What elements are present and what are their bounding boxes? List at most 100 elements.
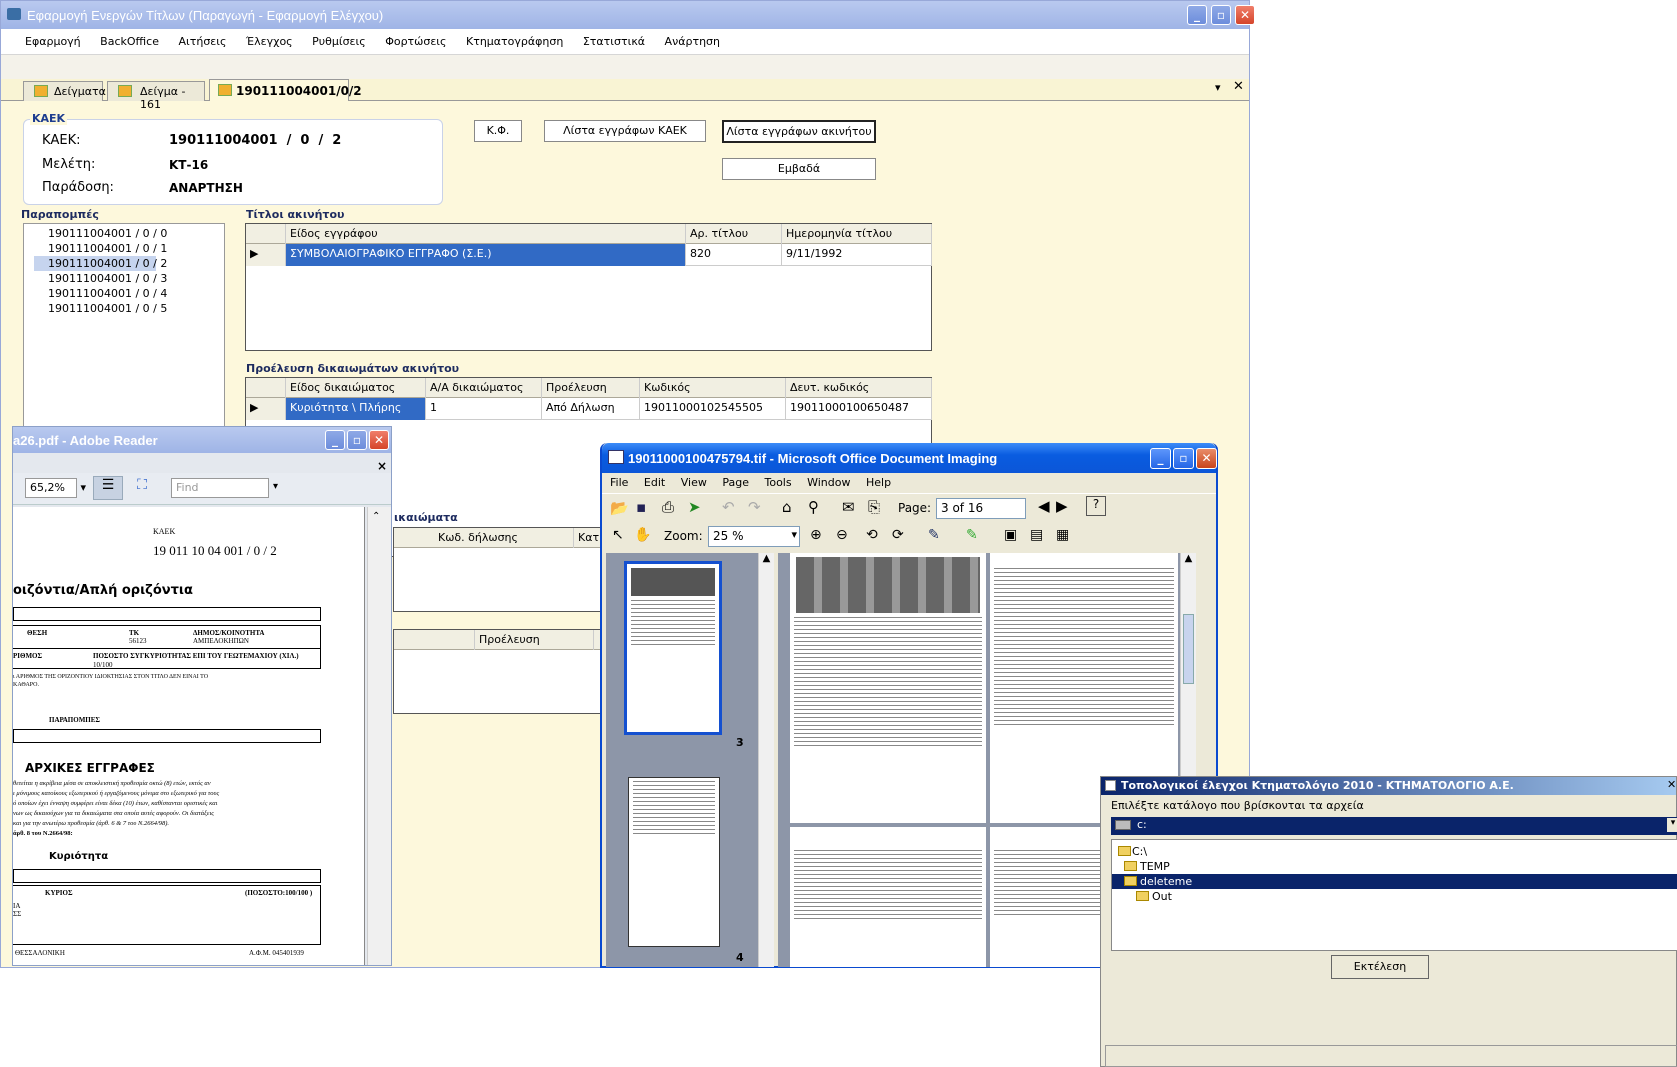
- prev-page-icon[interactable]: ◀: [1038, 497, 1050, 515]
- cell-code2[interactable]: 19011000100650487: [786, 398, 932, 420]
- menu-page[interactable]: Page: [722, 476, 749, 489]
- tree-item-selected[interactable]: 190111004001 / 0 / 2: [34, 256, 167, 271]
- maximize-button[interactable]: ▫: [1211, 5, 1231, 25]
- menu-mapping[interactable]: Κτηματογράφηση: [466, 35, 563, 48]
- pan-icon[interactable]: ✋: [634, 527, 651, 543]
- scroll-up-icon[interactable]: ▲: [1181, 553, 1196, 564]
- rotate-left-icon[interactable]: ⟲: [866, 527, 878, 543]
- dir-item[interactable]: TEMP: [1112, 859, 1677, 874]
- tab-dropdown-icon[interactable]: ▾: [1215, 81, 1221, 94]
- scan-icon[interactable]: ⌂: [782, 498, 792, 516]
- kf-button[interactable]: Κ.Φ.: [474, 120, 522, 142]
- col-right-type[interactable]: Είδος δικαιώματος: [286, 378, 426, 398]
- insert-icon[interactable]: ▦: [1056, 527, 1069, 543]
- cell-doc-type[interactable]: ΣΥΜΒΟΛΑΙΟΓΡΑΦΙΚΟ ΕΓΓΡΑΦΟ (Σ.Ε.): [286, 244, 686, 266]
- rotate-right-icon[interactable]: ⟳: [892, 527, 904, 543]
- cell-title-date[interactable]: 9/11/1992: [782, 244, 932, 266]
- help-icon[interactable]: ?: [1086, 496, 1106, 516]
- redo-icon[interactable]: ↷: [748, 498, 761, 516]
- cell-right-type[interactable]: Κυριότητα \ Πλήρης: [286, 398, 426, 420]
- menu-backoffice[interactable]: BackOffice: [100, 35, 159, 48]
- tree-item[interactable]: 190111004001 / 0 / 3: [34, 271, 224, 286]
- tab-sample-161[interactable]: Δείγμα - 161: [107, 81, 205, 111]
- open-icon[interactable]: 📂: [610, 499, 629, 517]
- tree-item[interactable]: 190111004001 / 0 / 1: [34, 241, 224, 256]
- main-window-titlebar[interactable]: Εφαρμογή Ενεργών Τίτλων (Παραγωγή - Εφαρ…: [1, 1, 1249, 29]
- menu-posting[interactable]: Ανάρτηση: [665, 35, 720, 48]
- find-input[interactable]: Find: [171, 478, 269, 498]
- cell-title-no[interactable]: 820: [686, 244, 782, 266]
- select-icon[interactable]: ↖: [612, 527, 624, 543]
- tree-item[interactable]: 190111004001 / 0 / 0: [34, 226, 224, 241]
- picture-icon[interactable]: ▤: [1030, 527, 1043, 543]
- menu-help[interactable]: Help: [866, 476, 891, 489]
- table-row[interactable]: ▶ ΣΥΜΒΟΛΑΙΟΓΡΑΦΙΚΟ ΕΓΓΡΑΦΟ (Σ.Ε.) 820 9/…: [246, 244, 932, 266]
- thumbnail-page[interactable]: [628, 777, 720, 947]
- menu-file[interactable]: File: [610, 476, 628, 489]
- menu-statistics[interactable]: Στατιστικά: [583, 35, 645, 48]
- menu-edit[interactable]: Edit: [644, 476, 665, 489]
- dir-item[interactable]: Out: [1112, 889, 1677, 904]
- tree-item[interactable]: 190111004001 / 0 / 4: [34, 286, 224, 301]
- minimize-button[interactable]: _: [325, 430, 345, 450]
- undo-icon[interactable]: ↶: [722, 498, 735, 516]
- print-icon[interactable]: ⎙: [662, 498, 674, 516]
- menu-view[interactable]: View: [681, 476, 707, 489]
- scroll-up-icon[interactable]: ▲: [759, 553, 774, 564]
- chevron-down-icon[interactable]: ▾: [273, 481, 278, 492]
- col-title-no[interactable]: Αρ. τίτλου: [686, 224, 782, 244]
- maximize-button[interactable]: ▫: [347, 430, 367, 450]
- zoom-select[interactable]: 25 % ▾: [708, 526, 800, 547]
- zoom-out-icon[interactable]: ⊖: [836, 527, 848, 543]
- close-button[interactable]: ✕: [369, 430, 389, 450]
- ocr-icon[interactable]: ✉: [842, 498, 855, 516]
- send-icon[interactable]: ➤: [688, 498, 701, 516]
- pen-icon[interactable]: ✎: [928, 527, 940, 543]
- cell-code[interactable]: 19011000102545505: [640, 398, 786, 420]
- text-box-icon[interactable]: ▣: [1004, 527, 1017, 543]
- minimize-button[interactable]: _: [1187, 5, 1207, 25]
- docs-property-button[interactable]: Λίστα εγγράφων ακινήτου: [722, 120, 876, 143]
- thumbnail-scrollbar[interactable]: ▲: [758, 553, 774, 967]
- close-button[interactable]: ✕: [1196, 448, 1217, 469]
- col-title-date[interactable]: Ημερομηνία τίτλου: [782, 224, 932, 244]
- menu-control[interactable]: Έλεγχος: [246, 35, 293, 48]
- fit-page-icon[interactable]: ⛶: [131, 477, 153, 499]
- close-button[interactable]: ✕: [1235, 5, 1255, 25]
- run-button[interactable]: Εκτέλεση: [1331, 955, 1429, 979]
- pdf-scrollbar[interactable]: ⌃: [367, 507, 391, 965]
- menu-loads[interactable]: Φορτώσεις: [385, 35, 446, 48]
- tab-kaek[interactable]: 190111004001/0/2: [209, 79, 362, 101]
- page-input[interactable]: 3 of 16: [936, 498, 1026, 519]
- col-right-aa[interactable]: Α/Α δικαιώματος: [426, 378, 542, 398]
- menu-tools[interactable]: Tools: [764, 476, 791, 489]
- menu-window[interactable]: Window: [807, 476, 850, 489]
- zoom-in-icon[interactable]: ⊕: [810, 527, 822, 543]
- areas-button[interactable]: Εμβαδά: [722, 158, 876, 180]
- find-icon[interactable]: ⚲: [808, 498, 819, 516]
- tab-samples[interactable]: Δείγματα: [23, 81, 106, 101]
- minimize-button[interactable]: _: [1150, 448, 1171, 469]
- col-code[interactable]: Κωδικός: [640, 378, 786, 398]
- thumbnail-page[interactable]: [624, 561, 722, 735]
- export-icon[interactable]: ⎘: [868, 498, 880, 516]
- dir-item-selected[interactable]: deleteme: [1112, 874, 1677, 889]
- tab-close-icon[interactable]: ✕: [1233, 79, 1244, 94]
- tree-item[interactable]: 190111004001 / 0 / 5: [34, 301, 224, 316]
- drive-select[interactable]: c: ▾: [1111, 817, 1677, 835]
- dir-item[interactable]: C:\: [1112, 844, 1677, 859]
- cell-origin[interactable]: Από Δήλωση: [542, 398, 640, 420]
- save-icon[interactable]: ▪: [636, 498, 646, 516]
- highlighter-icon[interactable]: ✎: [966, 527, 978, 543]
- col-declaration-code[interactable]: Κωδ. δήλωσης: [434, 528, 574, 548]
- topo-titlebar[interactable]: Τοπολογικοί έλεγχοι Κτηματολόγιο 2010 - …: [1101, 777, 1676, 795]
- menu-settings[interactable]: Ρυθμίσεις: [312, 35, 366, 48]
- scroll-up-icon[interactable]: ⌃: [372, 511, 380, 522]
- docs-kaek-button[interactable]: Λίστα εγγράφων ΚΑΕΚ: [544, 120, 706, 142]
- fit-width-icon[interactable]: ☰: [93, 476, 123, 500]
- col-origin-2[interactable]: Προέλευση: [474, 630, 594, 650]
- menu-requests[interactable]: Αιτήσεις: [178, 35, 226, 48]
- table-row[interactable]: ▶ Κυριότητα \ Πλήρης 1 Από Δήλωση 190110…: [246, 398, 932, 420]
- zoom-select[interactable]: 65,2% ▾: [25, 478, 86, 498]
- close-icon[interactable]: ✕: [1667, 778, 1676, 791]
